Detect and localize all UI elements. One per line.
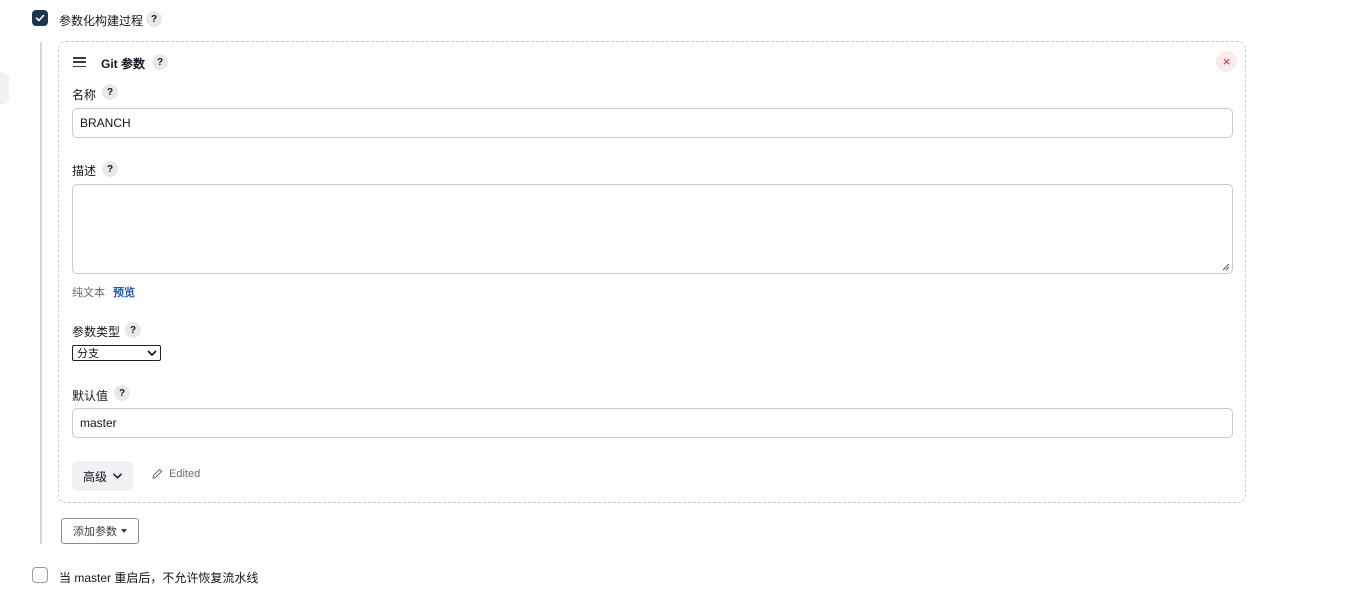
param-type-select[interactable]: 分支 [72, 345, 161, 361]
default-value-input[interactable] [72, 408, 1233, 438]
parameterized-checkbox[interactable] [32, 10, 48, 26]
pencil-icon [152, 468, 163, 479]
edited-label: Edited [169, 468, 201, 480]
help-icon[interactable]: ? [114, 385, 130, 401]
chevron-down-icon [113, 473, 122, 479]
add-parameter-button[interactable]: 添加参数 [61, 518, 139, 544]
chevron-down-icon [147, 350, 157, 356]
description-textarea[interactable] [72, 184, 1233, 274]
description-label: 描述 [72, 164, 97, 178]
parameterized-label: 参数化构建过程 [59, 14, 144, 28]
name-label: 名称 [72, 88, 97, 102]
caret-down-icon [121, 529, 127, 533]
delete-parameter-button[interactable]: × [1216, 51, 1237, 72]
help-icon[interactable]: ? [125, 322, 141, 338]
no-resume-label: 当 master 重启后，不允许恢复流水线 [59, 571, 259, 585]
no-resume-checkbox[interactable] [32, 567, 48, 583]
drag-handle-icon[interactable] [73, 57, 86, 67]
param-type-selected: 分支 [77, 348, 99, 360]
default-value-label: 默认值 [72, 389, 109, 403]
help-icon[interactable]: ? [146, 11, 162, 27]
close-icon: × [1222, 54, 1231, 69]
help-icon[interactable]: ? [102, 161, 118, 177]
resize-grip-icon[interactable] [1222, 263, 1230, 271]
advanced-label: 高级 [82, 469, 107, 484]
card-title: Git 参数 [101, 57, 145, 71]
check-icon [35, 14, 45, 22]
help-icon[interactable]: ? [152, 54, 168, 70]
help-icon[interactable]: ? [102, 84, 118, 100]
side-panel-tab[interactable] [0, 72, 9, 104]
add-parameter-label: 添加参数 [73, 526, 117, 538]
preview-link[interactable]: 预览 [113, 284, 135, 300]
name-input[interactable] [72, 108, 1233, 138]
advanced-button[interactable]: 高级 [72, 461, 133, 491]
edited-indicator: Edited [151, 468, 200, 480]
param-type-label: 参数类型 [72, 325, 121, 339]
section-indent-line [40, 42, 42, 544]
plain-text-label: 纯文本 [72, 287, 105, 299]
